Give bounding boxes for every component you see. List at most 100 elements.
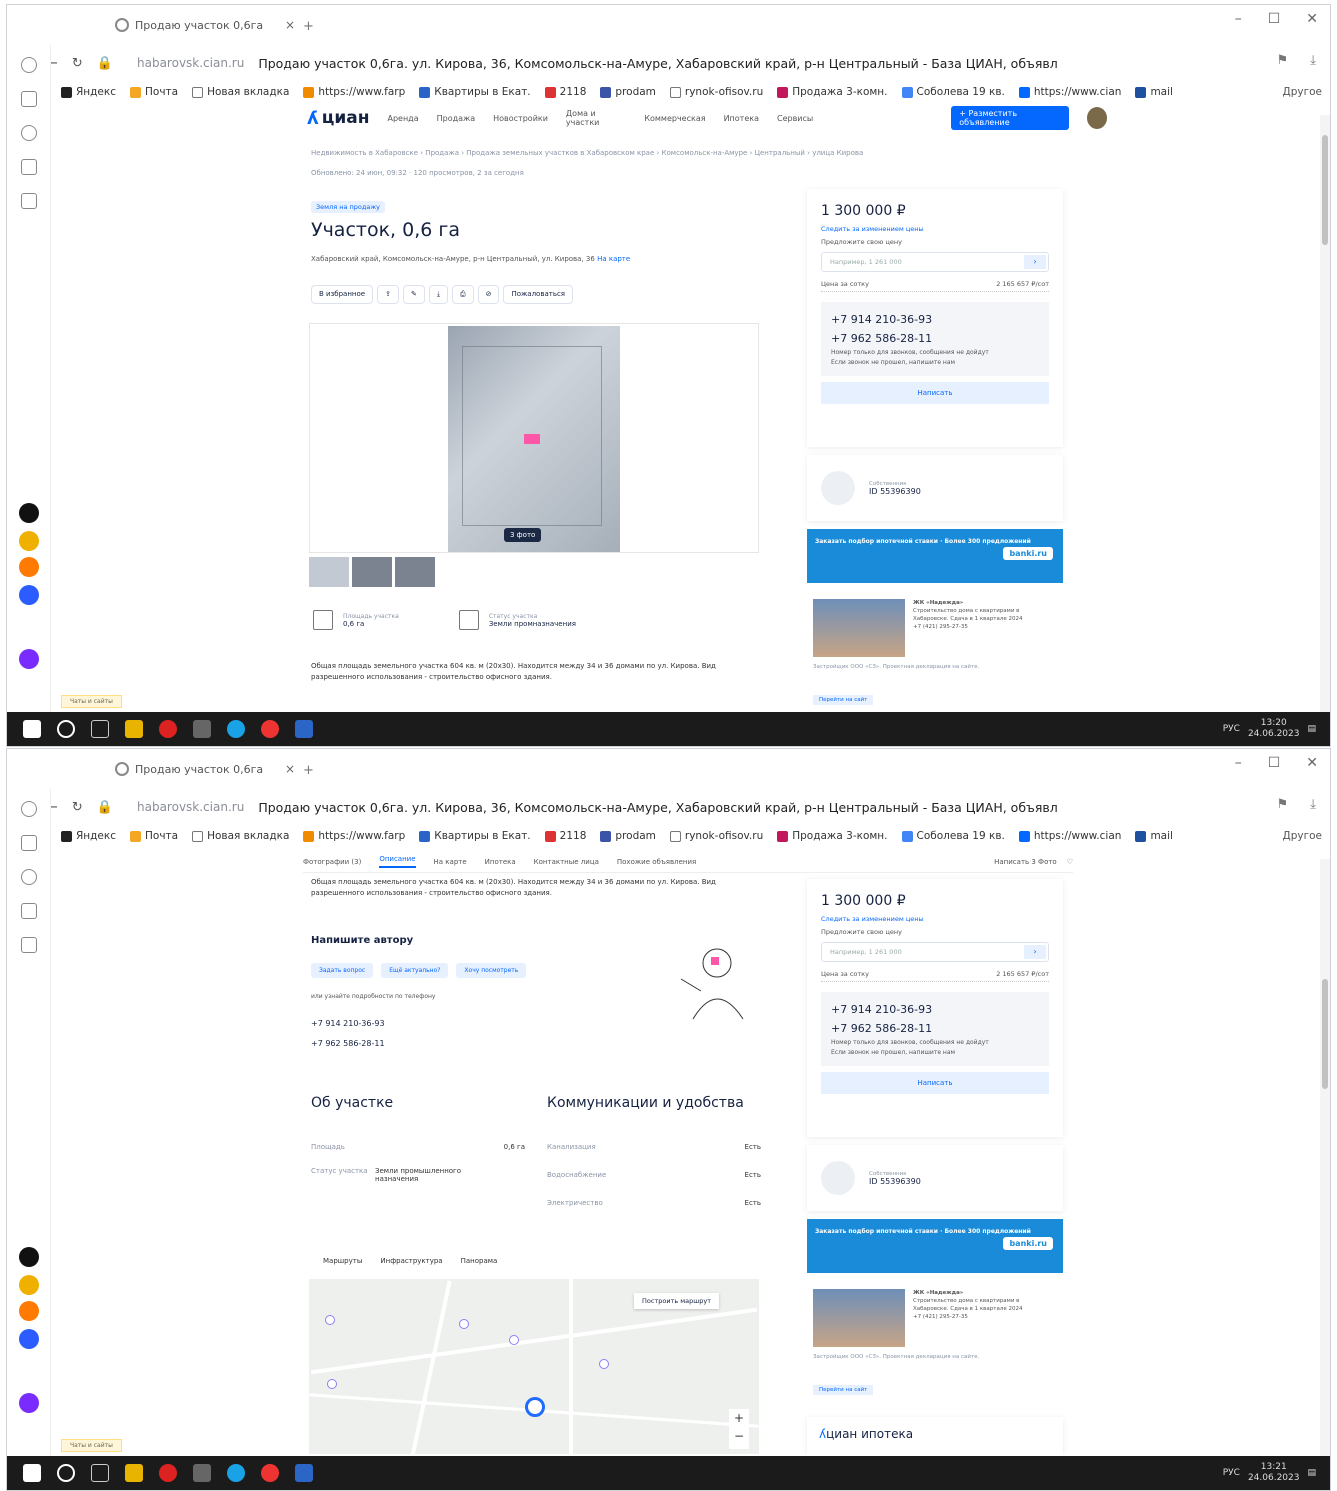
nav-item[interactable]: Новостройки xyxy=(493,114,548,123)
photo-gallery[interactable]: 3 фото xyxy=(309,323,759,553)
ad-banner[interactable]: Заказать подбор ипотечной ставки · Более… xyxy=(807,1219,1063,1273)
yandex-icon[interactable] xyxy=(159,1464,177,1482)
close-tab-icon[interactable]: × xyxy=(285,762,295,776)
task-view-icon[interactable] xyxy=(91,1464,109,1482)
notes-icon[interactable] xyxy=(21,159,37,175)
app-icon[interactable] xyxy=(19,1329,39,1349)
edge-icon[interactable] xyxy=(227,1464,245,1482)
zoom-control[interactable]: + − xyxy=(729,1409,749,1449)
tab-routes[interactable]: Маршруты xyxy=(323,1257,362,1265)
app-icon[interactable] xyxy=(19,649,39,669)
hide-icon[interactable]: ⊘ xyxy=(477,285,500,304)
scrollbar[interactable] xyxy=(1320,859,1330,1459)
lang-indicator[interactable]: РУС xyxy=(1223,1468,1240,1478)
bookmark-item[interactable]: Почта xyxy=(130,86,178,98)
phone-number[interactable]: +7 962 586-28-11 xyxy=(831,1019,1039,1038)
bookmarks-other[interactable]: Другое xyxy=(1283,830,1322,842)
bookmark-item[interactable]: https://www.farp xyxy=(303,86,405,98)
thumbnail[interactable] xyxy=(395,557,435,587)
avatar[interactable] xyxy=(1086,107,1108,129)
lang-indicator[interactable]: РУС xyxy=(1223,724,1240,734)
heart-icon[interactable]: ♡ xyxy=(1067,858,1073,866)
url-domain[interactable]: habarovsk.cian.ru xyxy=(137,800,244,814)
word-icon[interactable] xyxy=(295,1464,313,1482)
anchor-link[interactable]: Описание xyxy=(379,855,416,868)
explorer-icon[interactable] xyxy=(125,1464,143,1482)
nav-item[interactable]: Ипотека xyxy=(724,114,759,123)
anchor-link[interactable]: На карте xyxy=(434,858,467,866)
report-button[interactable]: Пожаловаться xyxy=(503,285,574,304)
chat-widget[interactable]: Чаты и сайты xyxy=(61,695,122,708)
thumbnail[interactable] xyxy=(352,557,392,587)
price-watch-link[interactable]: Следить за изменением цены xyxy=(821,225,1049,233)
bookmark-item[interactable]: Квартиры в Екат. xyxy=(419,830,531,842)
chip[interactable]: Задать вопрос xyxy=(311,963,374,978)
app-icon[interactable] xyxy=(19,1275,39,1295)
anchor-link[interactable]: Контактные лица xyxy=(534,858,599,866)
share-icon[interactable]: ⇪ xyxy=(377,285,399,304)
maximize-icon[interactable]: ☐ xyxy=(1268,11,1281,27)
reload-icon[interactable]: ↻ xyxy=(72,800,83,815)
explorer-icon[interactable] xyxy=(125,720,143,738)
bookmark-item[interactable]: Новая вкладка xyxy=(192,830,289,842)
bookmark-item[interactable]: Продажа 3-комн. xyxy=(777,830,888,842)
app-icon[interactable] xyxy=(19,531,39,551)
nav-item[interactable]: Аренда xyxy=(387,114,418,123)
start-icon[interactable] xyxy=(23,1464,41,1482)
minimize-icon[interactable]: – xyxy=(1235,11,1242,27)
app-icon[interactable] xyxy=(19,503,39,523)
notes-icon[interactable] xyxy=(21,903,37,919)
map-poi-icon[interactable] xyxy=(509,1335,519,1345)
bookmark-item[interactable]: Соболева 19 кв. xyxy=(901,830,1005,842)
search-icon[interactable] xyxy=(57,720,75,738)
bookmark-item[interactable]: 2118 xyxy=(544,86,586,98)
bookmark-item[interactable]: https://www.cian xyxy=(1018,86,1121,98)
map-poi-icon[interactable] xyxy=(325,1315,335,1325)
agent-card[interactable]: Собственник ID 55396390 xyxy=(807,1145,1063,1211)
minimize-icon[interactable]: – xyxy=(1235,755,1242,771)
submit-offer-button[interactable]: › xyxy=(1024,945,1046,959)
yandex-icon[interactable] xyxy=(159,720,177,738)
clock[interactable]: 13:21 24.06.2023 xyxy=(1248,1462,1300,1484)
bookmark-item[interactable]: Квартиры в Екат. xyxy=(419,86,531,98)
screenshot-icon[interactable] xyxy=(21,193,37,209)
app-icon[interactable] xyxy=(19,1393,39,1413)
search-icon[interactable] xyxy=(57,1464,75,1482)
bookmark-item[interactable]: Яндекс xyxy=(61,86,116,98)
bookmark-item[interactable]: prodam xyxy=(600,86,656,98)
ad-banner[interactable]: Заказать подбор ипотечной ставки · Более… xyxy=(807,529,1063,583)
photo-count-badge[interactable]: 3 фото xyxy=(504,528,542,542)
tab-infrastructure[interactable]: Инфраструктура xyxy=(380,1257,442,1265)
task-view-icon[interactable] xyxy=(91,720,109,738)
media-icon[interactable] xyxy=(21,869,37,885)
collections-icon[interactable] xyxy=(21,91,37,107)
app-icon[interactable] xyxy=(19,585,39,605)
phone-number[interactable]: +7 914 210-36-93 xyxy=(311,1019,385,1028)
browser-tab[interactable]: Продаю участок 0,6га × xyxy=(115,755,295,783)
notifications-icon[interactable]: ▤ xyxy=(1307,1468,1316,1478)
advert-button[interactable]: Перейти на сайт xyxy=(813,1385,874,1395)
breadcrumb[interactable]: Недвижимость в Хабаровске › Продажа › Пр… xyxy=(311,149,863,157)
location-pin-icon[interactable] xyxy=(525,1397,545,1417)
clock[interactable]: 13:20 24.06.2023 xyxy=(1248,718,1300,740)
advert-image[interactable] xyxy=(813,599,905,657)
build-route-button[interactable]: Построить маршрут xyxy=(634,1293,719,1309)
app-icon[interactable] xyxy=(261,720,279,738)
bookmark-item[interactable]: Продажа 3-комн. xyxy=(777,86,888,98)
map-poi-icon[interactable] xyxy=(599,1359,609,1369)
submit-offer-button[interactable]: › xyxy=(1024,255,1046,269)
bookmark-item[interactable]: mail xyxy=(1135,830,1173,842)
map-poi-icon[interactable] xyxy=(327,1379,337,1389)
browser-tab[interactable]: Продаю участок 0,6га × xyxy=(115,11,295,39)
chat-widget[interactable]: Чаты и сайты xyxy=(61,1439,122,1452)
write-button[interactable]: Написать xyxy=(821,1072,1049,1094)
offer-price-input[interactable]: Например, 1 261 000 › xyxy=(821,252,1049,272)
word-icon[interactable] xyxy=(295,720,313,738)
reload-icon[interactable]: ↻ xyxy=(72,56,83,71)
bookmark-item[interactable]: Новая вкладка xyxy=(192,86,289,98)
tab-panorama[interactable]: Панорама xyxy=(461,1257,498,1265)
close-window-icon[interactable]: ✕ xyxy=(1306,755,1318,771)
thumbnail[interactable] xyxy=(309,557,349,587)
bookmark-item[interactable]: Яндекс xyxy=(61,830,116,842)
phone-number[interactable]: +7 962 586-28-11 xyxy=(311,1039,385,1048)
